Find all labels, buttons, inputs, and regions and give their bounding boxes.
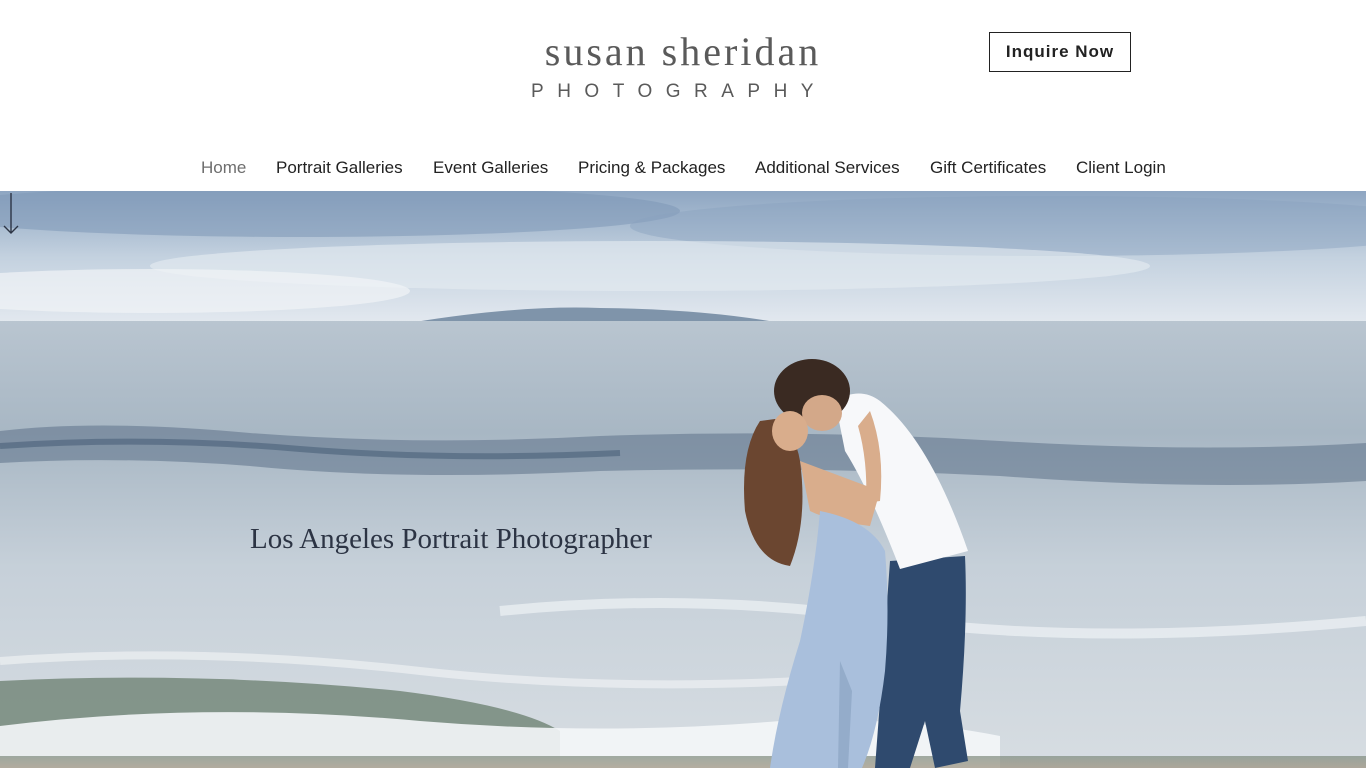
brand-name[interactable]: susan sheridan xyxy=(500,28,866,76)
nav-item-gift-certificates[interactable]: Gift Certificates xyxy=(930,155,1046,181)
nav-item-client-login[interactable]: Client Login xyxy=(1076,155,1166,181)
nav-item-portrait-galleries[interactable]: Portrait Galleries xyxy=(276,155,403,181)
hero-title: Los Angeles Portrait Photographer xyxy=(250,523,652,555)
main-nav: Home Portrait Galleries Event Galleries … xyxy=(0,155,1366,183)
hero-section: Los Angeles Portrait Photographer xyxy=(0,191,1366,768)
brand-tagline[interactable]: PHOTOGRAPHY xyxy=(522,80,836,104)
inquire-now-button[interactable]: Inquire Now xyxy=(989,32,1131,72)
sand xyxy=(0,756,1366,768)
nav-item-event-galleries[interactable]: Event Galleries xyxy=(433,155,548,181)
nav-item-pricing-packages[interactable]: Pricing & Packages xyxy=(578,155,725,181)
nav-item-additional-services[interactable]: Additional Services xyxy=(755,155,900,181)
site-header: susan sheridan PHOTOGRAPHY Inquire Now H… xyxy=(0,0,1366,191)
nav-item-home[interactable]: Home xyxy=(201,155,246,181)
hero-background-image xyxy=(0,191,1366,768)
arrow-down-icon[interactable] xyxy=(0,191,22,237)
